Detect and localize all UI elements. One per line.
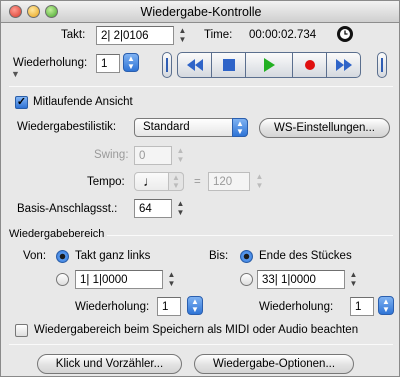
wiederholung-field[interactable]: 1 <box>96 54 120 73</box>
playback-control-window: Wiedergabe-Kontrolle Takt: 2| 2|0106 ▲ ▼ … <box>0 0 400 377</box>
tempo-equals: = <box>194 176 201 188</box>
von-position-stepper[interactable]: ▲ ▼ <box>166 270 177 289</box>
wiedergabestilistik-label: Wiedergabestilistik: <box>17 121 117 133</box>
minimize-window-button[interactable] <box>27 5 40 18</box>
mitlaufende-ansicht-checkbox[interactable]: ✓ <box>15 96 28 109</box>
midi-audio-range-label: Wiedergabereich beim Speichern als MIDI … <box>34 324 359 336</box>
von-takt-ganz-links-label: Takt ganz links <box>75 250 151 262</box>
window-title: Wiedergabe-Kontrolle <box>140 5 262 19</box>
quarter-note-icon: ♩ <box>143 173 157 189</box>
ws-einstellungen-button[interactable]: WS-Einstellungen... <box>259 118 390 138</box>
wiedergabestilistik-popup[interactable]: Standard ▲ ▼ <box>134 118 248 137</box>
swing-field: 0 <box>134 146 172 165</box>
stop-button[interactable] <box>211 52 246 78</box>
bis-ende-des-stueckes-radio[interactable] <box>240 250 253 263</box>
bis-ende-des-stueckes-label: Ende des Stückes <box>259 250 352 262</box>
von-wiederholung-field[interactable]: 1 <box>157 297 181 316</box>
basis-anschlagsst-field[interactable]: 64 <box>134 199 172 218</box>
von-wiederholung-label: Wiederholung: <box>75 301 150 313</box>
popup-arrows-icon: ▲ ▼ <box>168 172 184 191</box>
disclosure-triangle-icon[interactable]: ▼ <box>11 69 20 79</box>
title-bar[interactable]: Wiedergabe-Kontrolle <box>1 1 399 23</box>
transport-left-edge-button[interactable] <box>162 52 172 78</box>
klick-und-vorzaehler-button[interactable]: Klick und Vorzähler... <box>37 354 182 374</box>
wiedergabebereich-section-label: Wiedergabebereich <box>9 228 105 240</box>
play-icon <box>264 58 275 72</box>
von-position-field[interactable]: 1| 1|0000 <box>75 270 163 289</box>
tempo-label: Tempo: <box>87 176 125 188</box>
takt-stepper[interactable]: ▲ ▼ <box>177 26 188 45</box>
transport-right-edge-button[interactable] <box>377 52 387 78</box>
bis-custom-radio[interactable] <box>240 273 253 286</box>
von-custom-radio[interactable] <box>56 273 69 286</box>
bis-wiederholung-label: Wiederholung: <box>259 301 334 313</box>
midi-audio-range-checkbox[interactable] <box>15 324 28 337</box>
mitlaufende-ansicht-label: Mitlaufende Ansicht <box>33 96 133 108</box>
wiederholung-menu[interactable]: ▲ ▼ <box>123 53 140 73</box>
rewind-icon <box>186 59 203 71</box>
clock-icon[interactable] <box>337 26 353 42</box>
tempo-stepper: ▲ ▼ <box>255 172 264 190</box>
fast-forward-icon <box>335 59 352 71</box>
separator <box>107 235 393 236</box>
wiederholung-label: Wiederholung: <box>13 57 88 69</box>
zoom-window-button[interactable] <box>45 5 58 18</box>
time-value: 00:00:02.734 <box>249 29 317 41</box>
von-wiederholung-menu[interactable]: ▲ ▼ <box>187 296 204 316</box>
stop-icon <box>222 59 235 71</box>
fast-forward-button[interactable] <box>326 52 361 78</box>
takt-field[interactable]: 2| 2|0106 <box>96 26 174 45</box>
record-button[interactable] <box>292 52 327 78</box>
popup-arrows-icon: ▲ ▼ <box>232 118 248 137</box>
von-takt-ganz-links-radio[interactable] <box>56 250 69 263</box>
separator <box>9 86 393 87</box>
tempo-field: 120 <box>208 172 250 191</box>
tempo-note-popup: ♩ ▲ ▼ <box>134 172 184 191</box>
basis-anschlagsst-stepper[interactable]: ▲ ▼ <box>175 199 186 218</box>
play-button[interactable] <box>245 52 293 78</box>
record-icon <box>304 60 315 70</box>
wiedergabe-optionen-button[interactable]: Wiedergabe-Optionen... <box>194 354 354 374</box>
time-label: Time: <box>204 29 233 41</box>
von-label: Von: <box>23 250 47 262</box>
swing-label: Swing: <box>94 149 129 161</box>
bis-position-field[interactable]: 33| 1|0000 <box>257 270 345 289</box>
wiedergabestilistik-selected: Standard <box>143 121 190 133</box>
bis-position-stepper[interactable]: ▲ ▼ <box>348 270 359 289</box>
bis-wiederholung-menu[interactable]: ▲ ▼ <box>378 296 395 316</box>
bis-wiederholung-field[interactable]: 1 <box>350 297 374 316</box>
swing-stepper: ▲ ▼ <box>176 146 185 164</box>
basis-anschlagsst-label: Basis-Anschlagsst.: <box>17 203 118 215</box>
bis-label: Bis: <box>209 250 229 262</box>
separator <box>9 344 393 345</box>
close-window-button[interactable] <box>9 5 22 18</box>
rewind-to-start-button[interactable] <box>177 52 212 78</box>
takt-label: Takt: <box>61 29 86 41</box>
